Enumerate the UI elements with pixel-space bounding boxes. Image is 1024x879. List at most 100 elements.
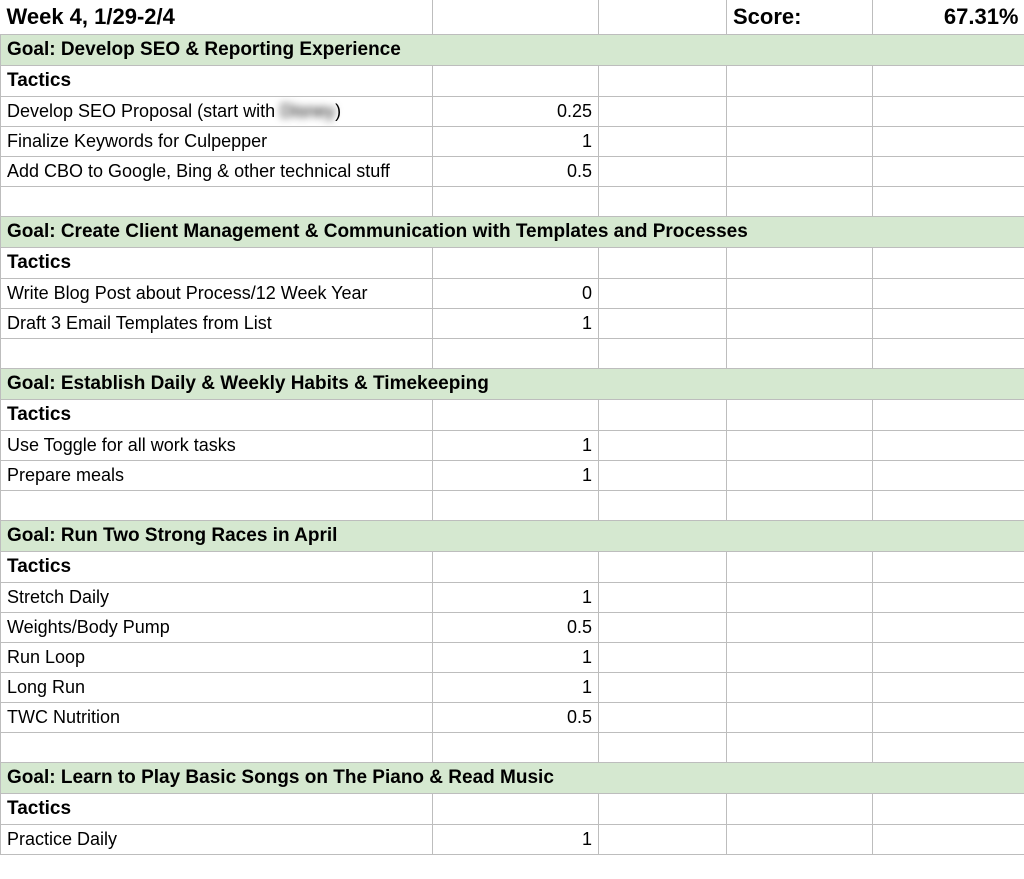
tactic-label-blurred: Disney — [280, 101, 335, 122]
cell — [727, 279, 873, 309]
cell — [727, 794, 873, 825]
spacer-cell — [433, 733, 599, 763]
cell — [873, 673, 1024, 703]
cell — [727, 461, 873, 491]
cell — [433, 66, 599, 97]
header-empty — [599, 0, 727, 35]
goal-title: Goal: Run Two Strong Races in April — [1, 521, 1024, 552]
cell — [599, 552, 727, 583]
cell — [433, 552, 599, 583]
tactic-value: 0.25 — [433, 97, 599, 127]
tactics-header: Tactics — [1, 794, 433, 825]
spacer-cell — [599, 733, 727, 763]
tactic-value: 1 — [433, 461, 599, 491]
tactic-value: 0 — [433, 279, 599, 309]
cell — [599, 127, 727, 157]
tactic-label: TWC Nutrition — [1, 703, 433, 733]
cell — [873, 613, 1024, 643]
cell — [599, 431, 727, 461]
week-title: Week 4, 1/29-2/4 — [1, 0, 433, 35]
tactic-label: Stretch Daily — [1, 583, 433, 613]
spacer-cell — [727, 187, 873, 217]
tactics-header: Tactics — [1, 248, 433, 279]
cell — [599, 157, 727, 187]
cell — [873, 794, 1024, 825]
tactics-header: Tactics — [1, 400, 433, 431]
cell — [599, 248, 727, 279]
cell — [873, 248, 1024, 279]
tactic-label: Use Toggle for all work tasks — [1, 431, 433, 461]
spacer-cell — [727, 491, 873, 521]
cell — [599, 643, 727, 673]
goal-title: Goal: Learn to Play Basic Songs on The P… — [1, 763, 1024, 794]
cell — [873, 583, 1024, 613]
tactic-label: Write Blog Post about Process/12 Week Ye… — [1, 279, 433, 309]
cell — [599, 97, 727, 127]
cell — [727, 97, 873, 127]
score-value: 67.31% — [873, 0, 1024, 35]
cell — [599, 673, 727, 703]
goal-title: Goal: Create Client Management & Communi… — [1, 217, 1024, 248]
cell — [727, 673, 873, 703]
spacer-cell — [873, 491, 1024, 521]
spacer-cell — [599, 491, 727, 521]
tactic-value: 1 — [433, 643, 599, 673]
cell — [873, 703, 1024, 733]
cell — [727, 613, 873, 643]
tactic-label: Finalize Keywords for Culpepper — [1, 127, 433, 157]
tactic-label: Practice Daily — [1, 825, 433, 855]
cell — [599, 794, 727, 825]
spacer-cell — [433, 339, 599, 369]
cell — [433, 794, 599, 825]
cell — [727, 552, 873, 583]
cell — [873, 643, 1024, 673]
spacer-cell — [599, 339, 727, 369]
cell — [433, 248, 599, 279]
spacer-cell — [433, 187, 599, 217]
cell — [599, 400, 727, 431]
cell — [873, 66, 1024, 97]
cell — [599, 613, 727, 643]
tactics-header: Tactics — [1, 552, 433, 583]
cell — [727, 643, 873, 673]
cell — [599, 461, 727, 491]
cell — [727, 127, 873, 157]
tactic-label: Develop SEO Proposal (start with — [7, 101, 275, 121]
tactic-cell: Develop SEO Proposal (start with Disney) — [1, 97, 433, 127]
cell — [599, 66, 727, 97]
spacer-cell — [727, 733, 873, 763]
cell — [873, 552, 1024, 583]
cell — [599, 279, 727, 309]
tactic-value: 1 — [433, 431, 599, 461]
spacer-cell — [1, 339, 433, 369]
cell — [873, 309, 1024, 339]
cell — [599, 309, 727, 339]
cell — [433, 400, 599, 431]
tactic-label: Weights/Body Pump — [1, 613, 433, 643]
tactic-value: 0.5 — [433, 157, 599, 187]
tactic-value: 0.5 — [433, 703, 599, 733]
tactic-label: Draft 3 Email Templates from List — [1, 309, 433, 339]
cell — [727, 583, 873, 613]
tactic-value: 1 — [433, 583, 599, 613]
tactic-label-suffix: ) — [335, 101, 341, 121]
cell — [727, 248, 873, 279]
spacer-cell — [1, 733, 433, 763]
cell — [873, 97, 1024, 127]
tactics-header: Tactics — [1, 66, 433, 97]
spacer-cell — [1, 187, 433, 217]
tactic-label: Add CBO to Google, Bing & other technica… — [1, 157, 433, 187]
cell — [727, 703, 873, 733]
cell — [727, 825, 873, 855]
tactic-value: 1 — [433, 309, 599, 339]
weekly-scorecard-table: Week 4, 1/29-2/4Score:67.31%Goal: Develo… — [0, 0, 1024, 855]
tactic-value: 0.5 — [433, 613, 599, 643]
cell — [873, 400, 1024, 431]
cell — [727, 309, 873, 339]
tactic-label: Long Run — [1, 673, 433, 703]
cell — [727, 66, 873, 97]
cell — [599, 703, 727, 733]
cell — [873, 279, 1024, 309]
tactic-label: Run Loop — [1, 643, 433, 673]
tactic-value: 1 — [433, 825, 599, 855]
